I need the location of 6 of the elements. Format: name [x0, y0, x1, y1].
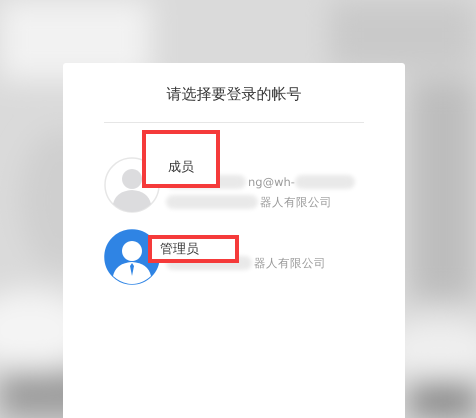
- dialog-title: 请选择要登录的帐号: [104, 85, 364, 123]
- account-email: ng@wh-: [248, 175, 295, 189]
- account-role: 管理员: [160, 241, 199, 258]
- company-name: 器人有限公司: [254, 256, 326, 270]
- account-role: 成员: [168, 159, 194, 176]
- company-name: 器人有限公司: [260, 194, 332, 210]
